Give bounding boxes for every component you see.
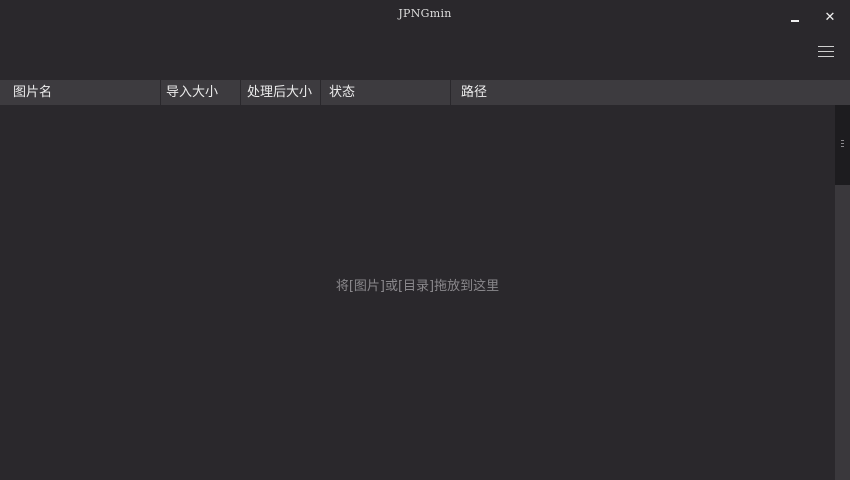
scrollbar-thumb[interactable] [835,105,850,185]
hamburger-menu-icon [818,46,834,47]
file-list-drop-zone[interactable]: 将[图片]或[目录]拖放到这里 [0,105,835,480]
table-header: 图片名 导入大小 处理后大小 状态 路径 [0,80,850,105]
column-header-label: 处理后大小 [247,85,313,100]
column-header-status[interactable]: 状态 [321,80,451,105]
column-header-import-size[interactable]: 导入大小 [161,80,241,105]
menu-button[interactable] [816,44,836,60]
column-header-label: 图片名 [13,85,53,100]
close-button[interactable]: ✕ [819,8,841,28]
empty-drop-hint: 将[图片]或[目录]拖放到这里 [335,279,500,294]
minimize-icon [791,20,799,22]
column-header-label: 导入大小 [166,85,219,100]
minimize-button[interactable] [784,8,806,28]
column-header-processed-size[interactable]: 处理后大小 [241,80,321,105]
column-header-image-name[interactable]: 图片名 [0,80,161,105]
grip-icon [841,140,844,148]
column-header-label: 路径 [461,85,488,100]
vertical-scrollbar[interactable] [835,105,850,480]
column-header-path[interactable]: 路径 [451,80,835,105]
title-bar: JPNGmin ✕ [0,0,850,80]
close-icon: ✕ [824,10,836,25]
column-header-label: 状态 [329,85,356,100]
app-title: JPNGmin [398,7,452,20]
